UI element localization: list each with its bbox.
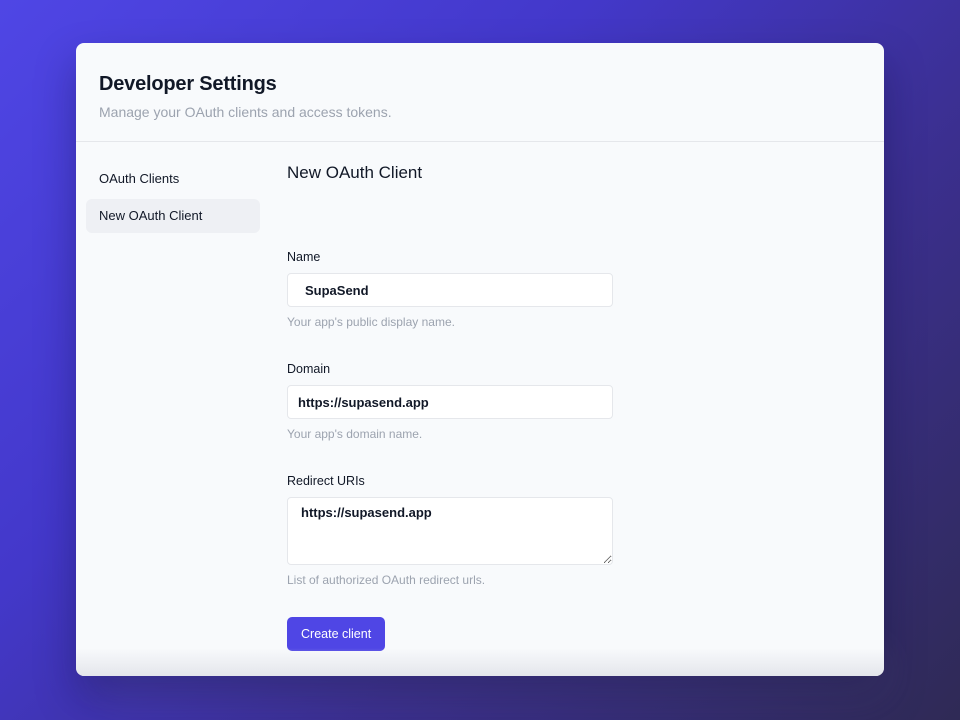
name-help-text: Your app's public display name. bbox=[287, 315, 455, 329]
form-title: New OAuth Client bbox=[287, 163, 423, 182]
name-field-group: Name Your app's public display name. bbox=[287, 250, 613, 329]
domain-field-group: Domain Your app's domain name. bbox=[287, 362, 613, 441]
redirect-uris-help-text: List of authorized OAuth redirect urls. bbox=[287, 573, 486, 587]
redirect-uris-field-group: Redirect URIs https://supasend.app List … bbox=[287, 474, 613, 587]
name-label: Name bbox=[287, 250, 321, 264]
sidebar-item-new-oauth-client[interactable]: New OAuth Client bbox=[86, 199, 260, 233]
redirect-uris-label: Redirect URIs bbox=[287, 474, 365, 488]
page-subtitle: Manage your OAuth clients and access tok… bbox=[99, 104, 392, 120]
sidebar-item-oauth-clients[interactable]: OAuth Clients bbox=[86, 162, 260, 196]
page-header: Developer Settings Manage your OAuth cli… bbox=[99, 73, 392, 120]
page-title: Developer Settings bbox=[99, 73, 277, 95]
create-client-button[interactable]: Create client bbox=[287, 617, 386, 651]
oauth-client-form: New OAuth Client Name Your app's public … bbox=[287, 163, 617, 651]
name-input[interactable] bbox=[287, 273, 613, 307]
domain-help-text: Your app's domain name. bbox=[287, 427, 423, 441]
settings-sidebar: OAuth Clients New OAuth Client bbox=[86, 162, 260, 236]
redirect-uris-textarea[interactable]: https://supasend.app bbox=[287, 497, 613, 565]
header-divider bbox=[76, 141, 884, 142]
settings-card: Developer Settings Manage your OAuth cli… bbox=[76, 43, 884, 676]
domain-input[interactable] bbox=[287, 385, 613, 419]
domain-label: Domain bbox=[287, 362, 331, 376]
